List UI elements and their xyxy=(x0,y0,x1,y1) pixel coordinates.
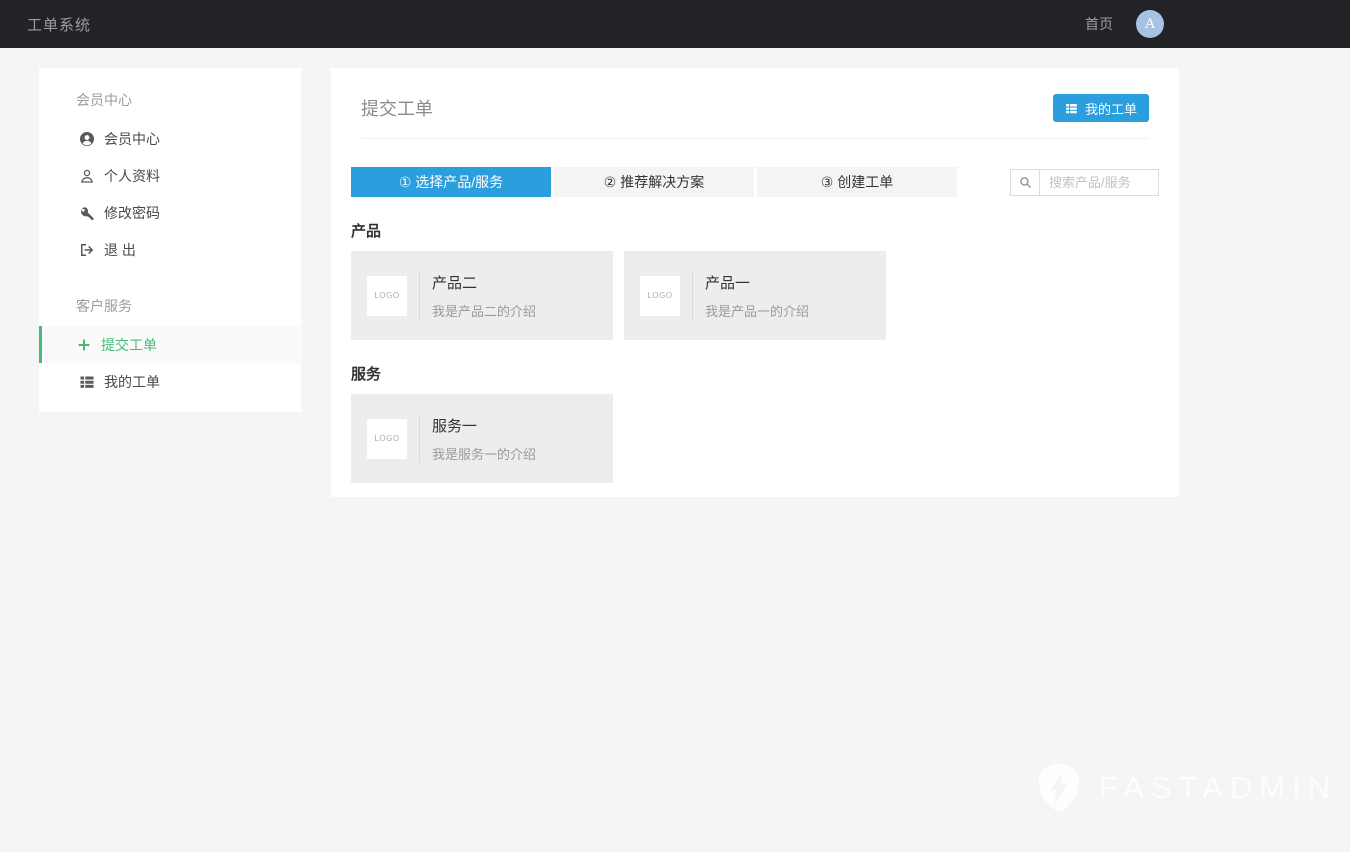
watermark-text: FASTADMIN xyxy=(1099,770,1337,806)
list-icon xyxy=(79,374,95,390)
step-tab-choose-product[interactable]: ① 选择产品/服务 xyxy=(351,167,551,197)
logo-text: LOGO xyxy=(374,434,399,443)
sidebar-item-label: 提交工单 xyxy=(101,335,157,355)
card-divider xyxy=(419,272,420,320)
product-desc: 我是产品二的介绍 xyxy=(432,301,536,320)
card-text-group: 产品二 我是产品二的介绍 xyxy=(432,272,536,320)
nav-home-link[interactable]: 首页 xyxy=(1085,14,1113,34)
plus-icon xyxy=(76,337,92,353)
top-navbar: 工单系统 首页 A xyxy=(0,0,1350,48)
product-title: 产品一 xyxy=(705,272,809,293)
sidebar-item-profile[interactable]: 个人资料 xyxy=(39,157,301,194)
sidebar-item-submit-ticket[interactable]: 提交工单 xyxy=(39,326,301,363)
sidebar-item-label: 个人资料 xyxy=(104,166,160,186)
card-text-group: 服务一 我是服务一的介绍 xyxy=(432,415,536,463)
sidebar-item-change-password[interactable]: 修改密码 xyxy=(39,194,301,231)
user-icon xyxy=(79,168,95,184)
key-icon xyxy=(79,205,95,221)
my-tickets-button-label: 我的工单 xyxy=(1085,99,1137,118)
sidebar-item-label: 退 出 xyxy=(104,240,136,260)
search-group xyxy=(1010,169,1159,196)
fastadmin-watermark: FASTADMIN xyxy=(1035,762,1337,814)
user-circle-icon xyxy=(79,131,95,147)
list-icon xyxy=(1065,102,1078,115)
sidebar-heading-member: 会员中心 xyxy=(39,78,301,120)
user-avatar[interactable]: A xyxy=(1136,10,1164,38)
search-input[interactable] xyxy=(1040,169,1159,196)
sidebar-item-label: 我的工单 xyxy=(104,372,160,392)
product-desc: 我是产品一的介绍 xyxy=(705,301,809,320)
page-container: 会员中心 会员中心 个人资料 修改密码 退 出 客户服务 xyxy=(39,68,1179,497)
page-title: 提交工单 xyxy=(361,95,433,121)
app-brand[interactable]: 工单系统 xyxy=(27,14,91,35)
card-divider xyxy=(692,272,693,320)
product-card[interactable]: LOGO 产品一 我是产品一的介绍 xyxy=(624,251,886,340)
sidebar-heading-service: 客户服务 xyxy=(39,284,301,326)
search-icon xyxy=(1019,176,1032,189)
panel-header: 提交工单 我的工单 xyxy=(361,68,1149,139)
service-desc: 我是服务一的介绍 xyxy=(432,444,536,463)
product-card[interactable]: LOGO 产品二 我是产品二的介绍 xyxy=(351,251,613,340)
step-tab-create-ticket[interactable]: ③ 创建工单 xyxy=(757,167,957,197)
sidebar-item-my-tickets[interactable]: 我的工单 xyxy=(39,363,301,400)
sidebar-item-member-center[interactable]: 会员中心 xyxy=(39,120,301,157)
step-tab-recommend-solution[interactable]: ② 推荐解决方案 xyxy=(554,167,754,197)
my-tickets-button[interactable]: 我的工单 xyxy=(1053,94,1149,122)
sidebar: 会员中心 会员中心 个人资料 修改密码 退 出 客户服务 xyxy=(39,68,301,412)
steps-row: ① 选择产品/服务 ② 推荐解决方案 ③ 创建工单 xyxy=(351,167,1159,197)
panel-body: ① 选择产品/服务 ② 推荐解决方案 ③ 创建工单 产品 LO xyxy=(331,167,1179,483)
lightning-shield-icon xyxy=(1035,762,1083,814)
service-cards-row: LOGO 服务一 我是服务一的介绍 xyxy=(351,394,1159,483)
service-card[interactable]: LOGO 服务一 我是服务一的介绍 xyxy=(351,394,613,483)
sign-out-icon xyxy=(79,242,95,258)
logo-text: LOGO xyxy=(647,291,672,300)
sidebar-item-label: 会员中心 xyxy=(104,129,160,149)
logo-text: LOGO xyxy=(374,291,399,300)
navbar-right-group: 首页 A xyxy=(1085,0,1164,48)
section-heading-services: 服务 xyxy=(351,363,1159,384)
service-title: 服务一 xyxy=(432,415,536,436)
product-logo: LOGO xyxy=(367,276,407,316)
product-cards-row: LOGO 产品二 我是产品二的介绍 LOGO 产品一 我是产品一的介 xyxy=(351,251,1159,340)
product-logo: LOGO xyxy=(640,276,680,316)
service-logo: LOGO xyxy=(367,419,407,459)
main-panel: 提交工单 我的工单 ① 选择产品/服务 ② 推荐解决方案 ③ 创建工单 xyxy=(331,68,1179,497)
sidebar-item-logout[interactable]: 退 出 xyxy=(39,231,301,268)
sidebar-item-label: 修改密码 xyxy=(104,203,160,223)
product-title: 产品二 xyxy=(432,272,536,293)
card-divider xyxy=(419,415,420,463)
card-text-group: 产品一 我是产品一的介绍 xyxy=(705,272,809,320)
search-button[interactable] xyxy=(1010,169,1040,196)
section-heading-products: 产品 xyxy=(351,220,1159,241)
